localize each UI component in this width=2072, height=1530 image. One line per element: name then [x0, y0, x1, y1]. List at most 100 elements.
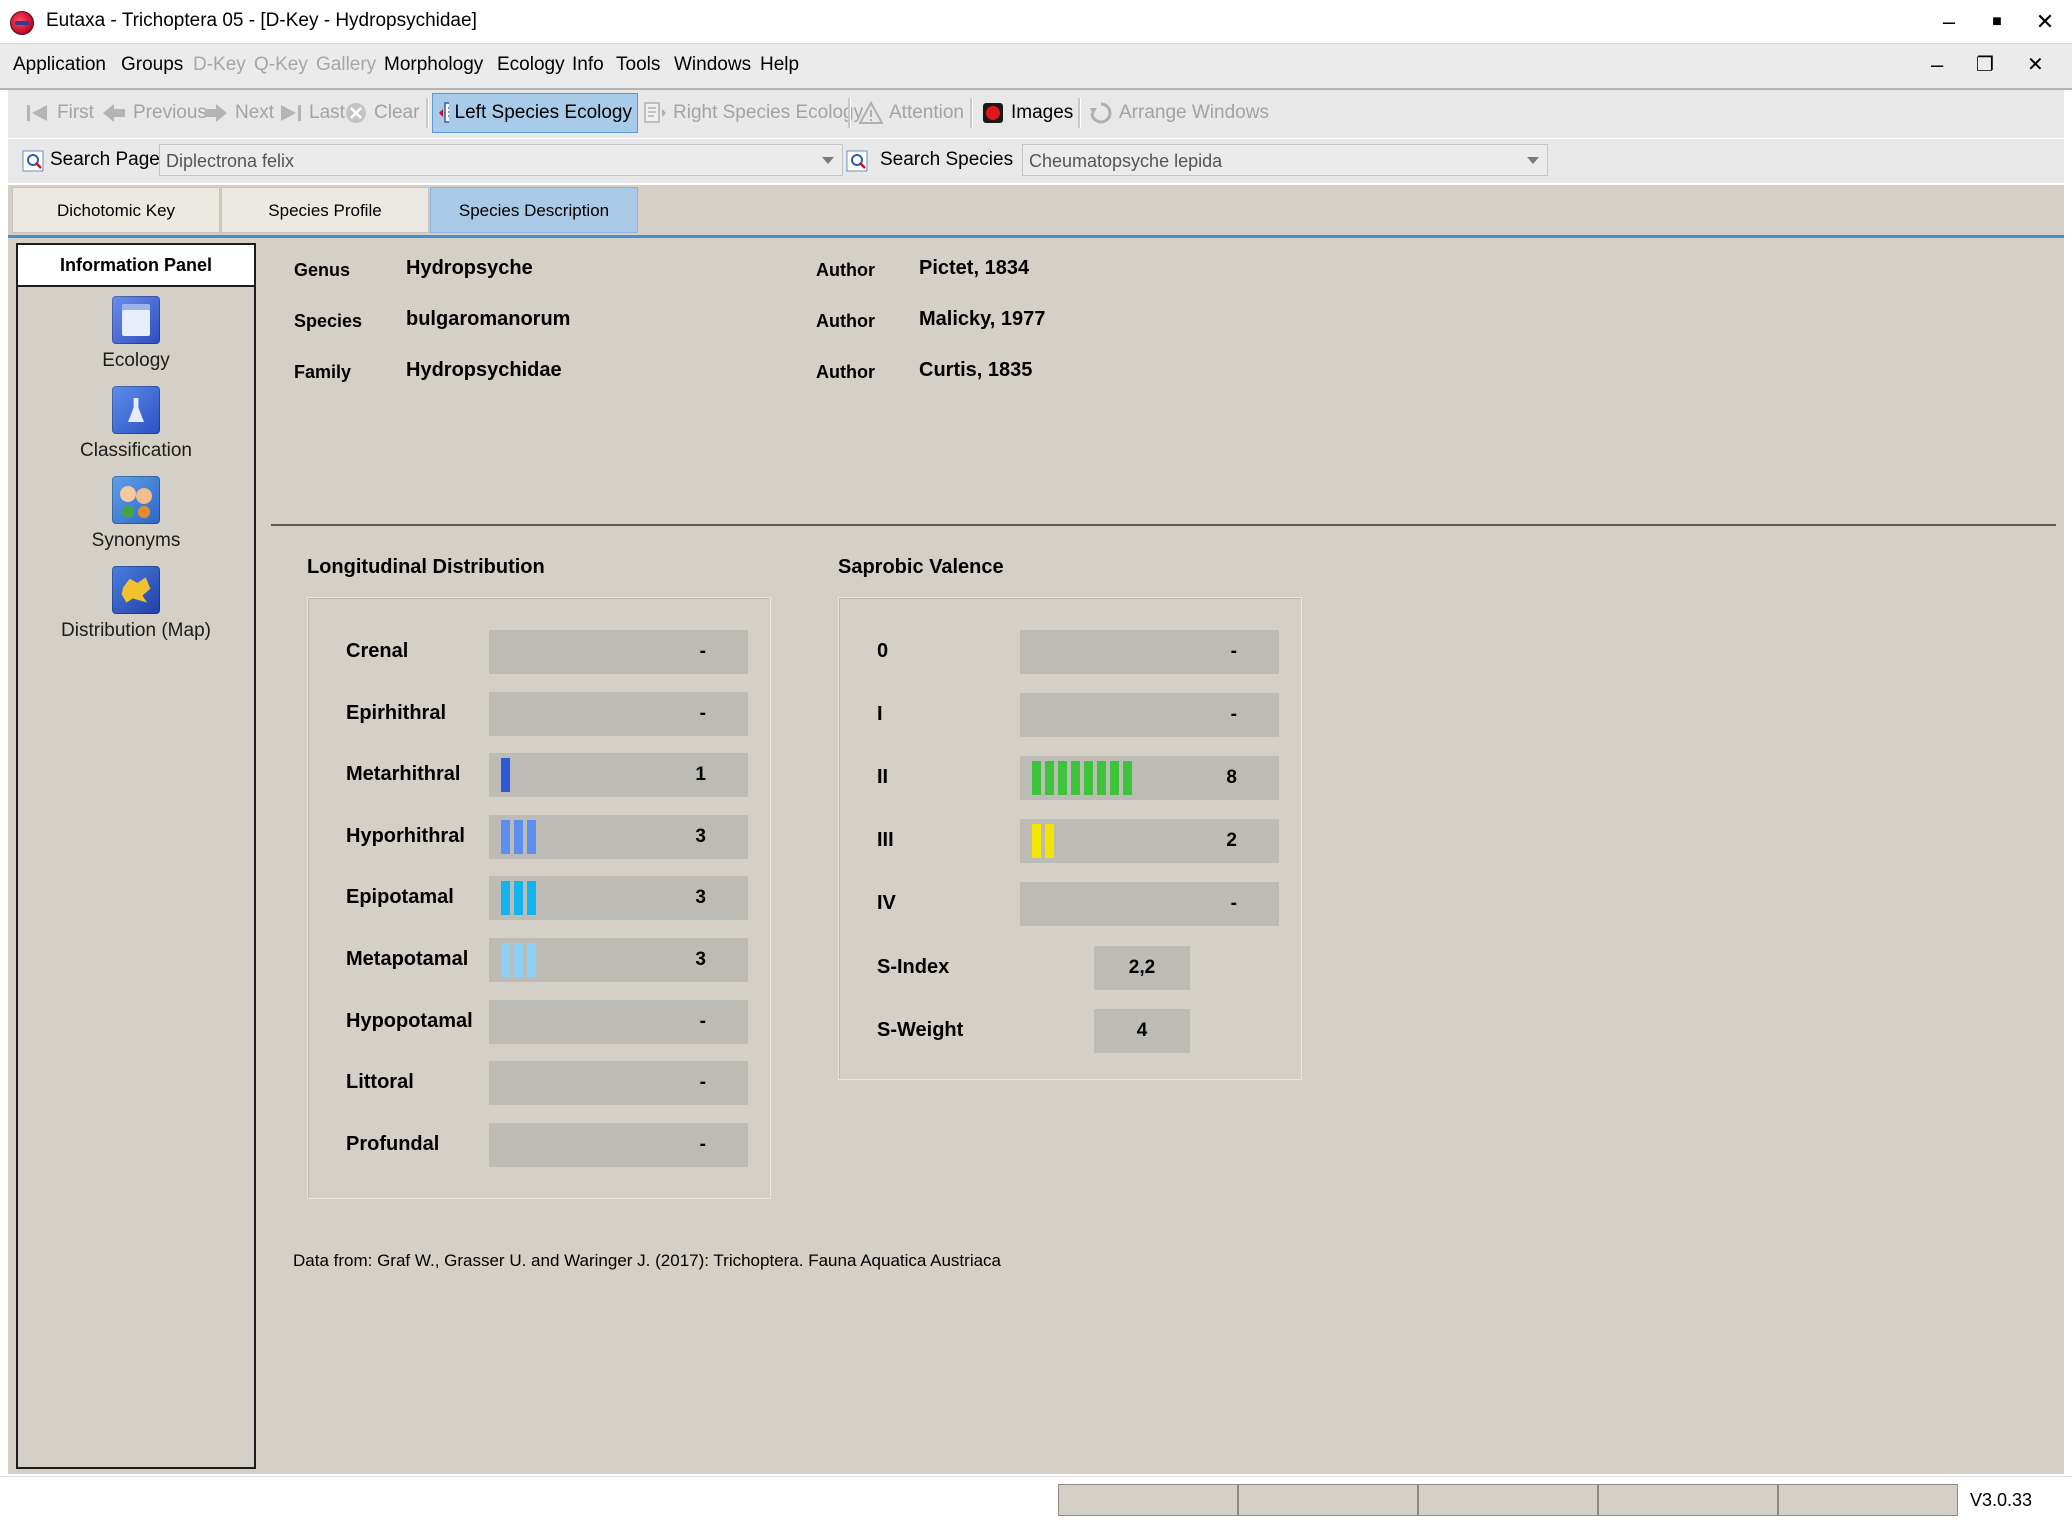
longitudinal-bar: -	[489, 691, 748, 736]
menu-morphology[interactable]: Morphology	[384, 50, 483, 80]
attention-button[interactable]: Attention	[854, 93, 969, 133]
menu-windows[interactable]: Windows	[674, 50, 751, 80]
status-cell	[1778, 1484, 1958, 1516]
previous-label: Previous	[133, 102, 207, 123]
s-weight-label: S-Weight	[877, 1019, 964, 1041]
saprobic-bar-segment	[1097, 761, 1106, 795]
close-window-button[interactable]: ✕	[2021, 4, 2069, 40]
longitudinal-bar-segment	[501, 758, 510, 793]
saprobic-bar-value: 8	[1226, 767, 1237, 788]
menu-q-key[interactable]: Q-Key	[254, 50, 308, 80]
ecology-icon	[112, 296, 160, 344]
saprobic-row-label: III	[877, 829, 894, 851]
saprobic-bar-segment	[1045, 761, 1054, 795]
search-bar: Search Page Diplectrona felix Search Spe…	[8, 139, 2064, 183]
nav-ecology[interactable]: Ecology	[18, 296, 254, 372]
menu-application[interactable]: Application	[13, 50, 106, 80]
last-arrow-icon	[281, 105, 301, 121]
tab-dichotomic-key[interactable]: Dichotomic Key	[12, 187, 220, 233]
tab-species-description[interactable]: Species Description	[430, 187, 638, 233]
saprobic-bar: -	[1020, 882, 1279, 926]
saprobic-bar-value: -	[1230, 641, 1237, 662]
arrange-windows-icon	[1090, 102, 1112, 124]
status-cell	[1598, 1484, 1778, 1516]
saprobic-row-label: II	[877, 766, 889, 788]
first-button[interactable]: First	[20, 93, 99, 133]
longitudinal-bar: 3	[489, 876, 748, 921]
saprobic-bar-segment	[1084, 761, 1093, 795]
toolbar-separator	[848, 98, 851, 128]
menu-ecology[interactable]: Ecology	[497, 50, 565, 80]
menu-groups[interactable]: Groups	[121, 50, 183, 80]
longitudinal-bar: -	[489, 630, 748, 674]
species-label: Species	[294, 311, 363, 331]
chevron-down-icon[interactable]	[1527, 157, 1539, 164]
species-author-label: Author	[816, 311, 875, 331]
saprobic-bar-segment	[1110, 761, 1119, 795]
longitudinal-bar-value: -	[699, 1072, 706, 1094]
longitudinal-row-label: Metapotamal	[346, 948, 469, 970]
family-label: Family	[294, 362, 352, 382]
nav-distribution-map-label: Distribution (Map)	[61, 620, 211, 641]
arrange-windows-button[interactable]: Arrange Windows	[1084, 93, 1274, 133]
menu-gallery[interactable]: Gallery	[316, 50, 376, 80]
saprobic-bar: 8	[1020, 756, 1279, 800]
chevron-down-icon[interactable]	[822, 157, 834, 164]
search-species-combobox[interactable]: Cheumatopsyche lepida	[1022, 144, 1548, 176]
right-species-ecology-label: Right Species Ecology	[673, 102, 864, 123]
mdi-restore-button[interactable]: ❐	[1976, 50, 1994, 80]
window-title: Eutaxa - Trichoptera 05 - [D-Key - Hydro…	[46, 10, 477, 31]
nav-ecology-label: Ecology	[102, 350, 170, 371]
longitudinal-bar-value: 1	[695, 764, 706, 786]
saprobic-bar-segment	[1045, 824, 1054, 858]
distribution-map-icon	[112, 566, 160, 614]
longitudinal-bar-value: -	[699, 1133, 706, 1155]
clear-label: Clear	[374, 102, 420, 123]
nav-synonyms[interactable]: Synonyms	[18, 476, 254, 552]
title-bar: Eutaxa - Trichoptera 05 - [D-Key - Hydro…	[0, 0, 2072, 44]
family-value: Hydropsychidae	[406, 359, 562, 381]
menu-help[interactable]: Help	[760, 50, 799, 80]
classification-icon	[112, 386, 160, 434]
minimize-window-button[interactable]: –	[1925, 4, 1973, 40]
family-author-label: Author	[816, 362, 875, 382]
left-species-ecology-button[interactable]: Left Species Ecology	[432, 93, 638, 133]
tab-species-profile[interactable]: Species Profile	[221, 187, 429, 233]
s-weight-value: 4	[1094, 1009, 1190, 1053]
clear-icon	[346, 103, 366, 123]
species-value: bulgaromanorum	[406, 308, 571, 330]
first-arrow-icon	[27, 105, 47, 121]
longitudinal-row-label: Epipotamal	[346, 886, 454, 909]
nav-classification[interactable]: Classification	[18, 386, 254, 462]
toolbar-separator	[970, 98, 973, 128]
nav-distribution-map[interactable]: Distribution (Map)	[18, 566, 254, 642]
saprobic-bar-segment	[1032, 761, 1041, 795]
images-label: Images	[1011, 102, 1074, 123]
search-page-icon	[22, 150, 44, 172]
s-index-value: 2,2	[1094, 946, 1190, 990]
previous-arrow-icon	[103, 104, 125, 122]
longitudinal-bar: -	[489, 1122, 748, 1167]
longitudinal-row-label: Hypopotamal	[346, 1009, 473, 1032]
images-button[interactable]: Images	[976, 93, 1078, 133]
maximize-window-button[interactable]: ■	[1973, 4, 2021, 40]
menu-info[interactable]: Info	[572, 50, 604, 80]
mdi-close-button[interactable]: ✕	[2027, 50, 2044, 80]
search-species-label: Search Species	[880, 149, 1014, 170]
next-button[interactable]: Next	[198, 93, 279, 133]
menu-d-key[interactable]: D-Key	[193, 50, 246, 80]
clear-button[interactable]: Clear	[339, 93, 424, 133]
saprobic-bar: -	[1020, 630, 1279, 674]
data-source-note: Data from: Graf W., Grasser U. and Warin…	[293, 1251, 1001, 1270]
search-page-combobox[interactable]: Diplectrona felix	[159, 144, 843, 176]
longitudinal-bar-value: -	[699, 641, 706, 662]
status-cell	[1238, 1484, 1418, 1516]
longitudinal-bar-segment	[514, 943, 523, 977]
menu-tools[interactable]: Tools	[616, 50, 660, 80]
previous-button[interactable]: Previous	[96, 93, 212, 133]
longitudinal-row-label: Crenal	[346, 640, 409, 662]
longitudinal-bar: -	[489, 1061, 748, 1106]
mdi-minimize-button[interactable]: –	[1931, 50, 1943, 80]
right-species-ecology-button[interactable]: Right Species Ecology	[638, 93, 868, 133]
nav-classification-label: Classification	[80, 440, 192, 461]
